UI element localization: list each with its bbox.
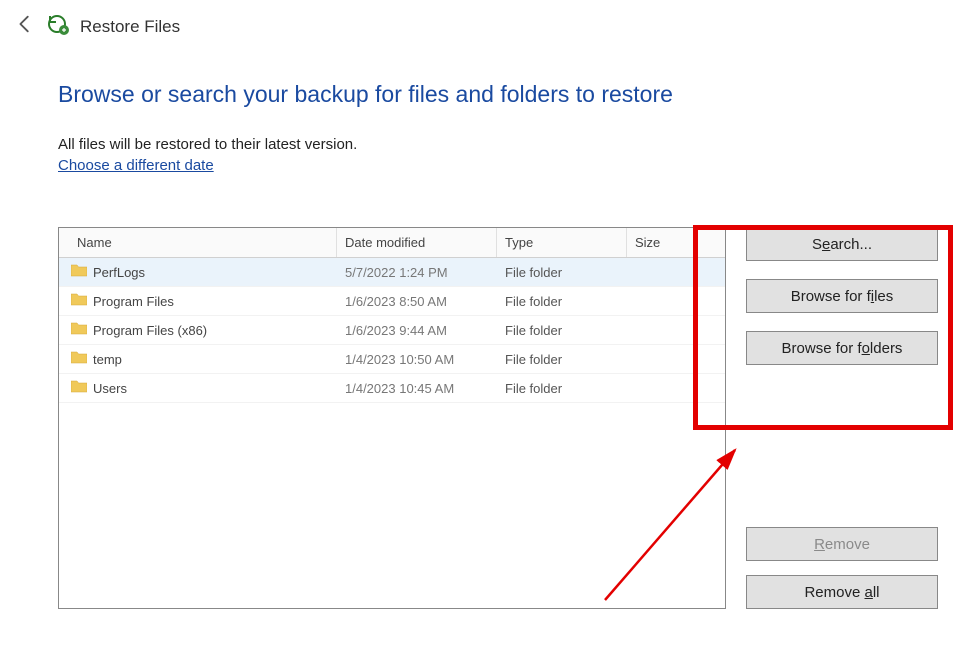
cell-date: 1/4/2023 10:45 AM <box>337 381 497 396</box>
table-row[interactable]: Program Files 1/6/2023 8:50 AMFile folder <box>59 287 725 316</box>
column-header-type[interactable]: Type <box>497 228 627 257</box>
file-name-label: Program Files (x86) <box>93 323 207 338</box>
cell-type: File folder <box>497 352 627 367</box>
table-row[interactable]: Users 1/4/2023 10:45 AMFile folder <box>59 374 725 403</box>
choose-date-link[interactable]: Choose a different date <box>58 157 214 174</box>
back-arrow-icon[interactable] <box>14 13 36 40</box>
cell-name: Program Files (x86) <box>59 322 337 338</box>
remove-button[interactable]: Remove <box>746 527 938 561</box>
cell-date: 5/7/2022 1:24 PM <box>337 265 497 280</box>
cell-name: PerfLogs <box>59 264 337 280</box>
cell-type: File folder <box>497 265 627 280</box>
file-name-label: PerfLogs <box>93 265 145 280</box>
table-row[interactable]: Program Files (x86) 1/6/2023 9:44 AMFile … <box>59 316 725 345</box>
folder-icon <box>71 380 87 396</box>
cell-name: Program Files <box>59 293 337 309</box>
browse-files-button[interactable]: Browse for files <box>746 279 938 313</box>
folder-icon <box>71 351 87 367</box>
cell-name: Users <box>59 380 337 396</box>
column-header-size[interactable]: Size <box>627 228 725 257</box>
table-row[interactable]: PerfLogs 5/7/2022 1:24 PMFile folder <box>59 258 725 287</box>
window-title: Restore Files <box>80 17 180 37</box>
cell-type: File folder <box>497 381 627 396</box>
page-heading: Browse or search your backup for files a… <box>58 81 950 108</box>
remove-all-button[interactable]: Remove all <box>746 575 938 609</box>
folder-icon <box>71 293 87 309</box>
file-name-label: Users <box>93 381 127 396</box>
restore-app-icon <box>46 12 70 41</box>
file-rows-container: PerfLogs5/7/2022 1:24 PMFile folderProgr… <box>59 258 725 403</box>
cell-date: 1/6/2023 8:50 AM <box>337 294 497 309</box>
side-buttons: Search... Browse for files Browse for fo… <box>746 227 938 609</box>
cell-name: temp <box>59 351 337 367</box>
version-subtext: All files will be restored to their late… <box>58 136 950 153</box>
column-header-name[interactable]: Name <box>59 228 337 257</box>
file-list-panel: Name Date modified Type Size PerfLogs 5/7… <box>58 227 726 609</box>
folder-icon <box>71 264 87 280</box>
file-name-label: Program Files <box>93 294 174 309</box>
cell-date: 1/4/2023 10:50 AM <box>337 352 497 367</box>
file-name-label: temp <box>93 352 122 367</box>
cell-type: File folder <box>497 323 627 338</box>
bottom-buttons: Remove Remove all <box>746 527 938 609</box>
cell-date: 1/6/2023 9:44 AM <box>337 323 497 338</box>
titlebar: Restore Files <box>0 8 980 53</box>
main-row: Name Date modified Type Size PerfLogs 5/7… <box>58 227 950 609</box>
file-list-header: Name Date modified Type Size <box>59 228 725 258</box>
column-header-date[interactable]: Date modified <box>337 228 497 257</box>
table-row[interactable]: temp 1/4/2023 10:50 AMFile folder <box>59 345 725 374</box>
browse-folders-button[interactable]: Browse for folders <box>746 331 938 365</box>
content-area: Browse or search your backup for files a… <box>0 53 980 609</box>
restore-files-window: Restore Files Browse or search your back… <box>0 0 980 657</box>
cell-type: File folder <box>497 294 627 309</box>
search-button[interactable]: Search... <box>746 227 938 261</box>
folder-icon <box>71 322 87 338</box>
